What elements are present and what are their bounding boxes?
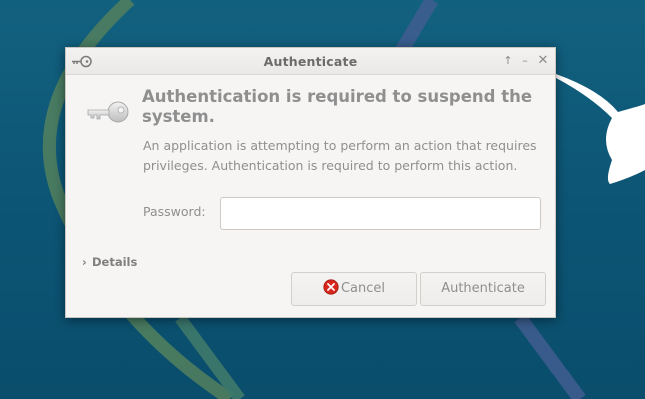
minimize-icon[interactable]: – [518, 54, 532, 68]
authenticate-dialog: Authenticate ↑ – ✕ Authentication is req… [65, 47, 556, 318]
titlebar[interactable]: Authenticate ↑ – ✕ [66, 48, 555, 75]
cancel-button[interactable]: Cancel [291, 272, 417, 306]
window-title: Authenticate [263, 54, 358, 69]
stop-icon [323, 279, 339, 295]
dialog-message: An application is attempting to perform … [143, 138, 537, 173]
close-icon[interactable]: ✕ [536, 54, 550, 68]
authenticate-button[interactable]: Authenticate [420, 272, 546, 306]
cancel-label: Cancel [340, 281, 386, 296]
details-expander[interactable]: › Details [82, 255, 137, 269]
details-label: Details [92, 255, 138, 269]
authenticate-label: Authenticate [441, 281, 525, 296]
up-arrow-icon[interactable]: ↑ [501, 54, 515, 68]
key-icon [87, 101, 129, 123]
password-label: Password: [143, 204, 206, 219]
dialog-heading: Authentication is required to suspend th… [142, 87, 533, 126]
chevron-right-icon: › [82, 255, 87, 269]
password-input[interactable] [220, 197, 541, 230]
